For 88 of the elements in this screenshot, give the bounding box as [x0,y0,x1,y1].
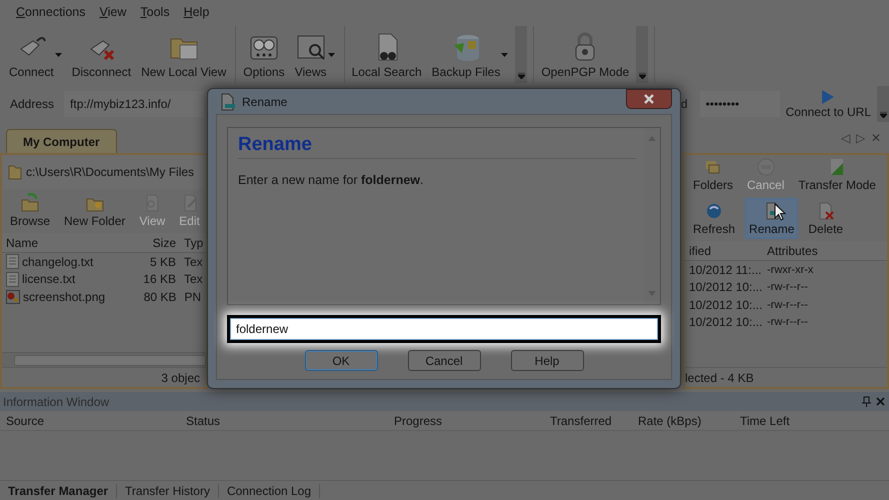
menu-item[interactable]: Help [178,5,216,19]
file-name: license.txt [22,272,76,286]
column-header[interactable]: Status [180,414,388,428]
toolbar-button[interactable]: Transfer Mode [794,154,880,195]
toolbar-button[interactable]: New Folder [60,190,130,231]
file-name: screenshot.png [23,290,106,304]
dialog-button[interactable]: OK [304,350,378,371]
name-input-field[interactable]: foldernew [230,318,658,340]
type-cell-text: Tex [183,272,204,286]
status-text: lected - 4 KB [685,370,754,384]
modified-cell-text: 10/2012 10:... [688,280,763,294]
cursor-icon [774,203,786,221]
attributes-cell-text: -rw-r--r-- [766,281,809,294]
nav-button[interactable]: ▷ [856,131,865,145]
path-text: c:\Users\R\Documents\My Files [26,165,194,179]
column-header[interactable]: Progress [388,414,544,428]
toolbar-button[interactable]: Connect [6,26,65,83]
pin-icon [861,396,872,407]
type-cell-text: PN [183,290,202,304]
toolbar-button[interactable]: Backup Files [428,26,512,83]
password-label: d [680,97,688,111]
column-header[interactable]: Typ [180,236,206,250]
horizontal-scrollbar[interactable] [2,352,206,367]
column-header[interactable]: Attributes [763,244,829,258]
status-text: 3 objec [161,370,200,384]
toolbar-button[interactable]: Disconnect [68,26,134,83]
close-icon [876,397,885,406]
toolbar-button[interactable]: Options [240,26,288,83]
toolbar-button[interactable]: Delete [804,198,848,239]
column-header[interactable]: Source [0,414,180,428]
modified-cell-text: 10/2012 10:... [688,315,763,330]
password-field[interactable]: •••••••• [700,91,780,117]
column-header[interactable]: Size [134,236,180,250]
folder-icon [8,164,22,180]
attributes-cell-text: -rw-r--r-- [766,316,809,328]
menu-item[interactable]: View [94,5,132,19]
dialog-heading: Rename [238,134,636,159]
caret-icon[interactable] [54,52,62,56]
nav-button[interactable]: ✕ [871,131,881,145]
pane-tab[interactable]: My Computer [6,129,117,153]
modified-cell-text: 10/2012 11:... [688,262,763,277]
connect-to-url-button[interactable]: Connect to URL [780,89,877,119]
toolbar-button[interactable]: Folders [689,154,738,195]
file-name: changelog.txt [22,254,94,269]
panel-title: Information Window [3,394,110,408]
caret-icon[interactable] [501,52,508,56]
modified-cell-text: 10/2012 10:... [688,298,763,312]
nav-button[interactable]: ◁ [841,131,850,145]
size-cell-text: 5 KB [148,254,177,269]
image-file-icon [6,290,20,304]
rename-icon [220,92,236,110]
bottom-tab[interactable]: Transfer History [117,484,219,498]
menu-item[interactable]: Tools [134,5,176,19]
column-header[interactable]: ified [685,244,763,258]
close-button[interactable] [626,88,672,108]
toolbar-handle[interactable] [636,26,648,83]
dialog-button[interactable]: Help [510,350,584,371]
column-header[interactable]: Name [2,236,135,250]
dialog-button[interactable]: Cancel [408,350,480,371]
attributes-cell-text: -rw-r--r-- [766,298,809,311]
toolbar-button[interactable]: Rename [745,198,798,239]
column-header[interactable]: Rate (kBps) [632,414,734,428]
text-file-icon [6,272,19,287]
toolbar-button[interactable]: Refresh [689,198,740,239]
size-cell-text: 80 KB [142,290,178,304]
type-cell-text: Tex [183,254,204,269]
dialog-message: Enter a new name for foldernew. [238,173,425,187]
attributes-cell-text: -rwxr-xr-x [766,264,814,276]
toolbar-button[interactable]: Views [292,26,338,83]
toolbar-button[interactable]: OpenPGP Mode [538,26,632,83]
folder-arrow-icon [20,193,40,213]
column-header[interactable]: Transferred [544,414,632,428]
play-icon [821,89,836,105]
bottom-tab[interactable]: Transfer Manager [0,484,118,498]
toolbar-handle[interactable] [515,26,528,83]
dialog-title: Rename [242,94,288,108]
size-cell-text: 16 KB [142,272,177,286]
menu-item[interactable]: Connections [10,5,92,19]
address-field[interactable]: ftp://mybiz123.info/ [64,91,204,117]
column-header[interactable]: Time Left [734,414,824,428]
toolbar-handle[interactable] [877,86,889,122]
close-icon [643,94,655,104]
toolbar-button[interactable]: Local Search [348,26,425,83]
toolbar-button[interactable]: Browse [6,190,54,231]
bottom-tab[interactable]: Connection Log [218,484,320,498]
toolbar-button[interactable]: New Local View [138,26,230,83]
address-label: Address [10,97,54,111]
caret-icon[interactable] [328,52,335,56]
